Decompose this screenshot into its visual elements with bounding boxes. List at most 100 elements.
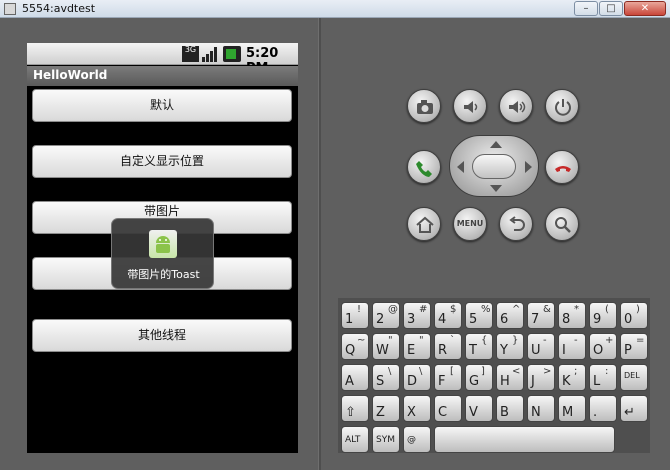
key-row4-6[interactable]: N: [527, 395, 555, 422]
default-toast-button[interactable]: 默认: [32, 89, 292, 122]
menu-button[interactable]: MENU: [453, 207, 487, 241]
space-key[interactable]: [434, 426, 615, 453]
key-row2-3[interactable]: R `: [434, 333, 462, 360]
key-main-label: P: [624, 343, 632, 358]
key-main-label: ⇧: [345, 405, 356, 420]
key-row2-1[interactable]: W ": [372, 333, 400, 360]
key-main-label: Z: [376, 405, 385, 420]
key-row3-7[interactable]: K;: [558, 364, 586, 391]
status-bar: 3G 5:20 PM: [27, 43, 298, 76]
key-row1-5[interactable]: 6 ^: [496, 302, 524, 329]
minimize-button[interactable]: –: [574, 1, 598, 16]
key-row1-4[interactable]: 5%: [465, 302, 493, 329]
key-row3-3[interactable]: F[: [434, 364, 462, 391]
key-main-label: S: [376, 374, 385, 389]
key-row4-5[interactable]: B: [496, 395, 524, 422]
key-row1-0[interactable]: 1!: [341, 302, 369, 329]
key-main-label: U: [531, 343, 541, 358]
key-row5-2[interactable]: @: [403, 426, 431, 453]
key-symbol-label: :: [605, 366, 609, 377]
key-main-label: 0: [624, 312, 633, 327]
key-row2-4[interactable]: T{: [465, 333, 493, 360]
key-row2-6[interactable]: U-: [527, 333, 555, 360]
window-title: 5554:avdtest: [22, 2, 96, 15]
key-row3-0[interactable]: A: [341, 364, 369, 391]
search-icon[interactable]: [545, 207, 579, 241]
key-main-label: 2: [376, 312, 385, 327]
key-symbol-label: ": [419, 335, 424, 346]
key-row4-7[interactable]: M: [558, 395, 586, 422]
app-icon: [4, 3, 16, 15]
key-row4-4[interactable]: V: [465, 395, 493, 422]
key-row4-1[interactable]: Z: [372, 395, 400, 422]
phone-screen: 3G 5:20 PM HelloWorld 默认 自定义显示位置 带图片 其他线…: [27, 43, 298, 453]
key-row3-5[interactable]: H <: [496, 364, 524, 391]
key-row5-1[interactable]: SYM: [372, 426, 400, 453]
key-row4-2[interactable]: X: [403, 395, 431, 422]
key-row3-8[interactable]: L:: [589, 364, 617, 391]
key-main-label: K: [562, 374, 571, 389]
key-row1-3[interactable]: 4 $: [434, 302, 462, 329]
key-row1-6[interactable]: 7 &: [527, 302, 555, 329]
key-row3-6[interactable]: J >: [527, 364, 555, 391]
custom-position-toast-button[interactable]: 自定义显示位置: [32, 145, 292, 178]
key-row5-0[interactable]: ALT: [341, 426, 369, 453]
home-icon[interactable]: [407, 207, 441, 241]
key-row2-2[interactable]: E ": [403, 333, 431, 360]
key-row4-3[interactable]: C: [434, 395, 462, 422]
key-row2-5[interactable]: Y}: [496, 333, 524, 360]
other-thread-toast-button[interactable]: 其他线程: [32, 319, 292, 352]
key-row1-1[interactable]: 2 @: [372, 302, 400, 329]
key-symbol-label: +: [605, 335, 614, 346]
dpad-center-button[interactable]: [472, 154, 516, 179]
key-main-label: W: [376, 343, 389, 358]
key-symbol-label: \: [419, 366, 423, 377]
key-symbol-label: (: [605, 304, 609, 315]
key-row4-9[interactable]: ↵: [620, 395, 648, 422]
key-symbol-label: \: [388, 366, 392, 377]
key-row2-8[interactable]: O +: [589, 333, 617, 360]
call-icon[interactable]: [407, 150, 441, 184]
dpad-left-icon[interactable]: [457, 161, 464, 173]
power-icon[interactable]: [545, 89, 579, 123]
key-row1-8[interactable]: 9(: [589, 302, 617, 329]
key-main-label: ↵: [624, 405, 635, 420]
key-row3-2[interactable]: D \: [403, 364, 431, 391]
key-main-label: 7: [531, 312, 540, 327]
app-title-bar: HelloWorld: [27, 66, 298, 86]
key-row3-9[interactable]: DEL: [620, 364, 648, 391]
key-main-label: G: [469, 374, 480, 389]
camera-icon[interactable]: [407, 89, 441, 123]
key-main-label: SYM: [376, 435, 395, 445]
key-row4-8[interactable]: .: [589, 395, 617, 422]
dpad[interactable]: [449, 135, 539, 197]
key-main-label: @: [407, 435, 416, 445]
key-main-label: F: [438, 374, 446, 389]
key-symbol-label: <: [512, 366, 521, 377]
dpad-right-icon[interactable]: [525, 161, 532, 173]
volume-up-icon[interactable]: [499, 89, 533, 123]
maximize-button[interactable]: □: [599, 1, 623, 16]
end-call-icon[interactable]: [545, 150, 579, 184]
key-row2-9[interactable]: P =: [620, 333, 648, 360]
volume-down-icon[interactable]: [453, 89, 487, 123]
toast-popup: 带图片的Toast: [111, 218, 214, 289]
key-row4-0[interactable]: ⇧: [341, 395, 369, 422]
key-row3-4[interactable]: G]: [465, 364, 493, 391]
key-symbol-label: @: [388, 304, 398, 315]
key-main-label: V: [469, 405, 478, 420]
key-main-label: ALT: [345, 435, 361, 445]
key-row1-9[interactable]: 0): [620, 302, 648, 329]
key-symbol-label: ^: [512, 304, 521, 315]
key-row3-1[interactable]: S \: [372, 364, 400, 391]
close-button[interactable]: ✕: [624, 1, 666, 16]
back-icon[interactable]: [499, 207, 533, 241]
key-main-label: C: [438, 405, 448, 420]
dpad-up-icon[interactable]: [490, 141, 502, 148]
key-row2-0[interactable]: Q ~: [341, 333, 369, 360]
key-row2-7[interactable]: I-: [558, 333, 586, 360]
key-row1-7[interactable]: 8 *: [558, 302, 586, 329]
key-row1-2[interactable]: 3 #: [403, 302, 431, 329]
dpad-down-icon[interactable]: [490, 185, 502, 192]
key-symbol-label: *: [574, 304, 579, 315]
